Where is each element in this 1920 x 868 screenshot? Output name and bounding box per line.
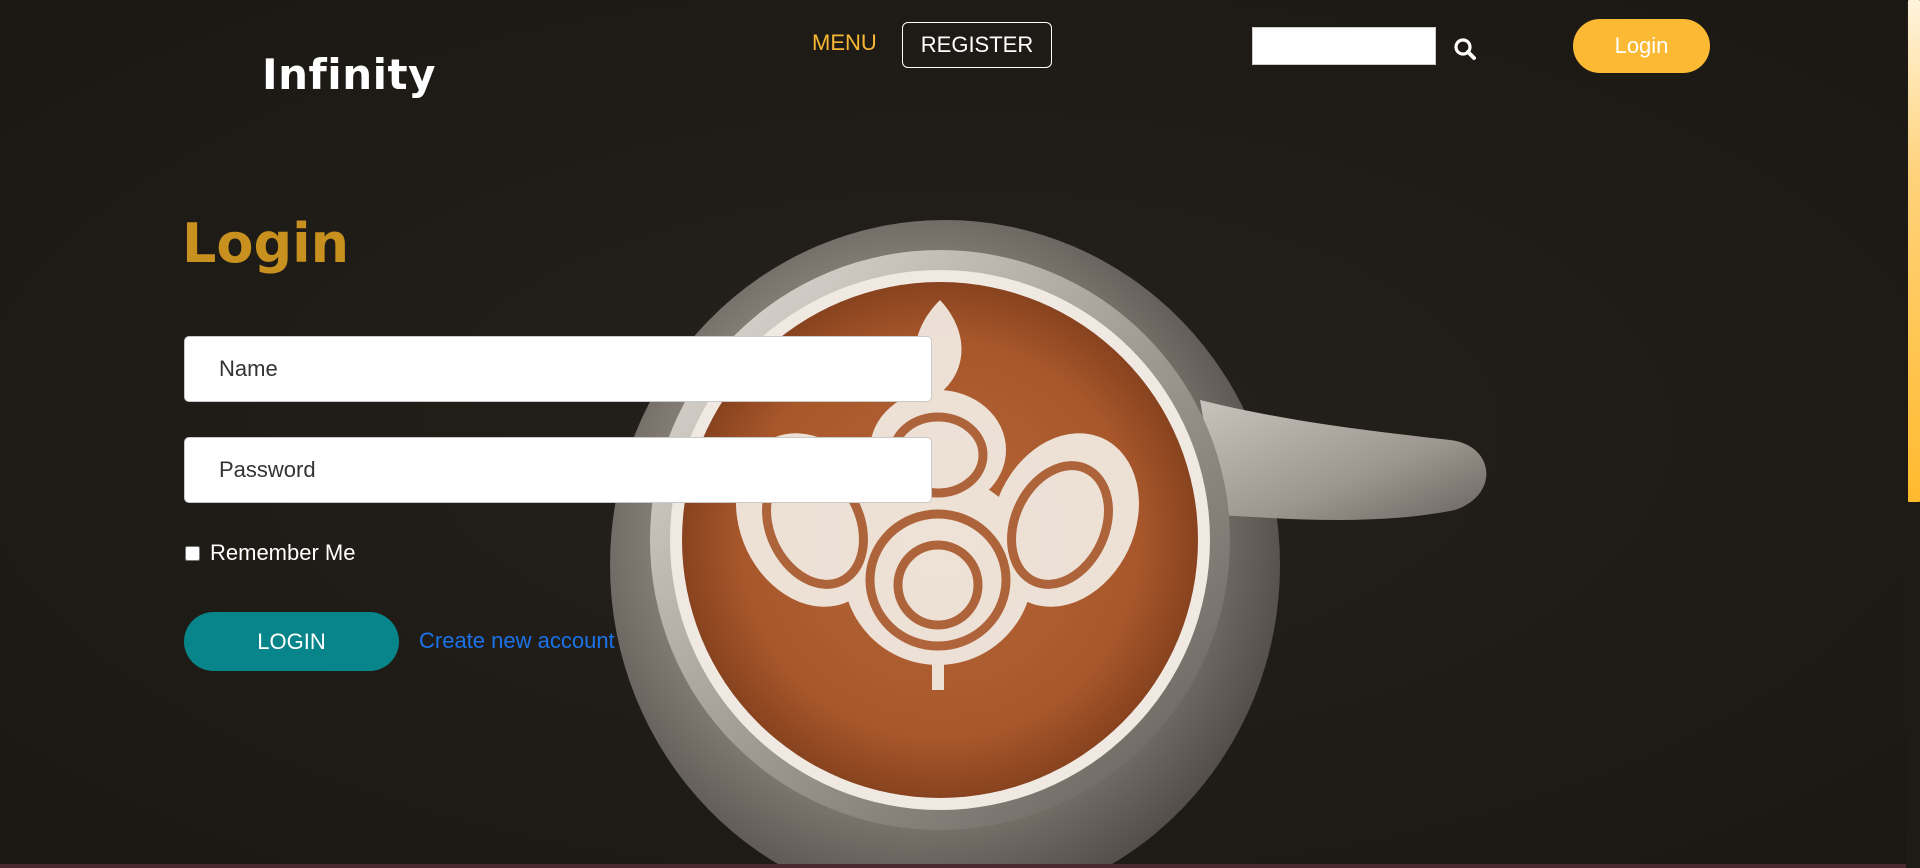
remember-me-checkbox[interactable]	[185, 545, 200, 561]
search-input[interactable]	[1252, 27, 1436, 65]
footer-divider	[0, 864, 1906, 868]
search-icon[interactable]	[1452, 36, 1478, 62]
remember-me-label: Remember Me	[210, 540, 356, 565]
remember-me[interactable]: Remember Me	[184, 540, 355, 566]
password-field[interactable]	[184, 437, 932, 503]
login-page: Infinity MENU REGISTER Login Login Remem…	[0, 0, 1920, 868]
name-field[interactable]	[184, 336, 932, 402]
page-scrollbar[interactable]	[1906, 0, 1920, 868]
login-submit-button[interactable]: LOGIN	[184, 612, 399, 671]
page-title: Login	[182, 212, 350, 275]
brand-logo[interactable]: Infinity	[262, 50, 436, 99]
create-account-link[interactable]: Create new account	[419, 628, 615, 654]
register-button[interactable]: REGISTER	[902, 22, 1052, 68]
menu-link[interactable]: MENU	[812, 30, 877, 56]
coffee-cup-image	[610, 220, 1487, 868]
scrollbar-thumb[interactable]	[1908, 0, 1920, 502]
header-login-button[interactable]: Login	[1573, 19, 1710, 73]
